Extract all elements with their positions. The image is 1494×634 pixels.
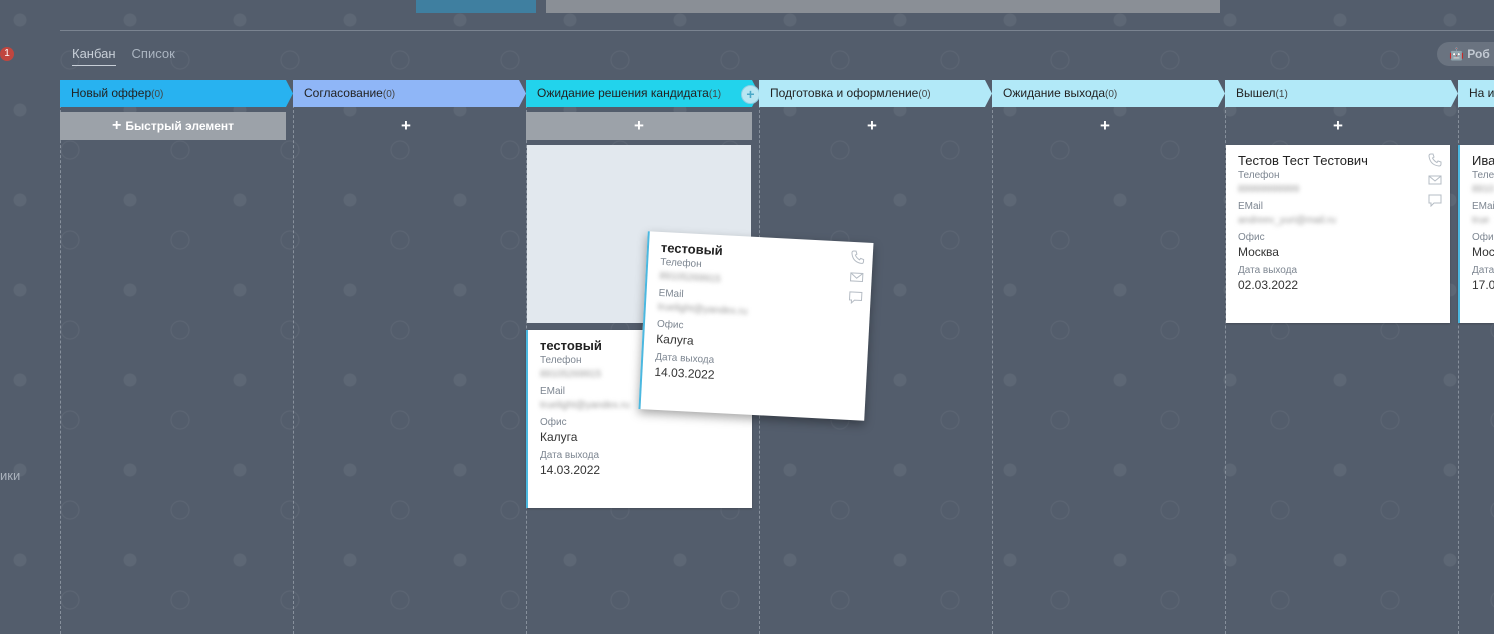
card-exit-label: Дата	[1472, 265, 1494, 276]
mail-icon[interactable]	[1428, 173, 1442, 187]
card-office-value: Калуга	[540, 430, 578, 444]
sidebar-label-partial: ики	[0, 468, 21, 483]
top-toolbar	[60, 0, 1494, 31]
column-header[interactable]: Согласование(0)	[293, 80, 526, 107]
robots-button[interactable]: 🤖 Роб	[1437, 42, 1494, 66]
add-item-button[interactable]: +	[759, 112, 985, 140]
card-phone-label: Теле	[1472, 170, 1494, 181]
card-phone-value: 89999999999	[1238, 184, 1300, 195]
column-title: Ожидание выхода	[1003, 86, 1106, 100]
tab-list[interactable]: Список	[132, 46, 175, 66]
column-approval: Согласование(0) +	[293, 80, 526, 634]
quick-add-label: Быстрый элемент	[125, 119, 235, 133]
comment-icon[interactable]	[1428, 193, 1442, 207]
column-header[interactable]: Подготовка и оформление(0)	[759, 80, 992, 107]
card-phone-value: 8910	[1472, 184, 1494, 195]
column-count: (1)	[1275, 89, 1288, 100]
card-exit-value: 14.03.2022	[540, 463, 601, 477]
card-actions	[848, 250, 865, 305]
card-email-value: true	[1472, 215, 1490, 226]
card-exit-value: 17.0	[1472, 278, 1494, 292]
top-search-input[interactable]	[546, 0, 1220, 13]
card-phone-label: Телефон	[1238, 170, 1280, 181]
card-office-value: Мос	[1472, 245, 1494, 259]
card-email-label: EMail	[1238, 201, 1264, 212]
robot-icon: 🤖	[1449, 47, 1464, 61]
card-exit-label: Дата выхода	[1238, 265, 1298, 276]
column-title: Новый оффер	[71, 86, 152, 100]
phone-icon[interactable]	[850, 250, 865, 265]
add-item-button[interactable]: +	[1225, 112, 1451, 140]
column-header[interactable]: Ожидание выхода(0)	[992, 80, 1225, 107]
card-exit-label: Дата выхода	[540, 450, 600, 461]
candidate-card-partial[interactable]: Ива Теле 8910 EMai true Офи Мос Дата 17.…	[1458, 145, 1494, 323]
column-title: Вышел	[1236, 86, 1276, 100]
column-count: (0)	[1105, 89, 1118, 100]
add-item-button[interactable]: +	[992, 112, 1218, 140]
comment-icon[interactable]	[848, 290, 863, 305]
column-title: Ожидание решения кандидата	[537, 86, 709, 100]
add-item-button[interactable]: +	[293, 112, 519, 140]
column-new-offer: Новый оффер(0) + Быстрый элемент	[60, 80, 293, 634]
column-title: Подготовка и оформление	[770, 86, 919, 100]
card-exit-value: 02.03.2022	[1238, 278, 1299, 292]
tab-kanban[interactable]: Канбан	[72, 46, 116, 66]
mail-icon[interactable]	[849, 270, 864, 285]
column-count: (0)	[151, 89, 164, 100]
card-title: Ива	[1472, 153, 1494, 168]
column-title: На ис	[1469, 86, 1494, 100]
top-action-button[interactable]	[416, 0, 536, 13]
quick-add-button[interactable]: + Быстрый элемент	[60, 112, 286, 140]
view-tabs: Канбан Список	[72, 46, 175, 66]
card-title: Тестов Тест Тестович	[1238, 153, 1368, 168]
phone-icon[interactable]	[1428, 153, 1442, 167]
dragged-candidate-card[interactable]: тестовый Телефон 89105269915 EMail truel…	[638, 231, 874, 421]
card-actions	[1428, 153, 1442, 207]
card-office-value: Москва	[1238, 245, 1279, 259]
card-email-value: andreev_yuri@mail.ru	[1238, 215, 1336, 226]
column-count: (1)	[708, 89, 722, 100]
card-email-label: EMai	[1472, 201, 1494, 212]
column-header[interactable]: На ис	[1458, 80, 1494, 107]
column-header[interactable]: Вышел(1)	[1225, 80, 1458, 107]
column-count: (0)	[918, 89, 931, 100]
column-header[interactable]: Ожидание решения кандидата(1)	[526, 80, 759, 107]
add-item-button[interactable]: +	[526, 112, 752, 140]
card-office-label: Офис	[540, 417, 567, 428]
column-count: (0)	[382, 89, 396, 100]
column-awaiting-exit: Ожидание выхода(0) +	[992, 80, 1225, 634]
candidate-card[interactable]: Тестов Тест Тестович Телефон 89999999999…	[1226, 145, 1450, 323]
add-column-plus-icon[interactable]: +	[741, 85, 760, 104]
column-header[interactable]: Новый оффер(0)	[60, 80, 293, 107]
card-office-label: Офи	[1472, 232, 1494, 243]
plus-icon: +	[111, 117, 122, 134]
robots-button-label: Роб	[1467, 47, 1490, 61]
notification-badge: 1	[0, 47, 14, 61]
column-title: Согласование	[304, 86, 383, 100]
card-office-label: Офис	[1238, 232, 1265, 243]
